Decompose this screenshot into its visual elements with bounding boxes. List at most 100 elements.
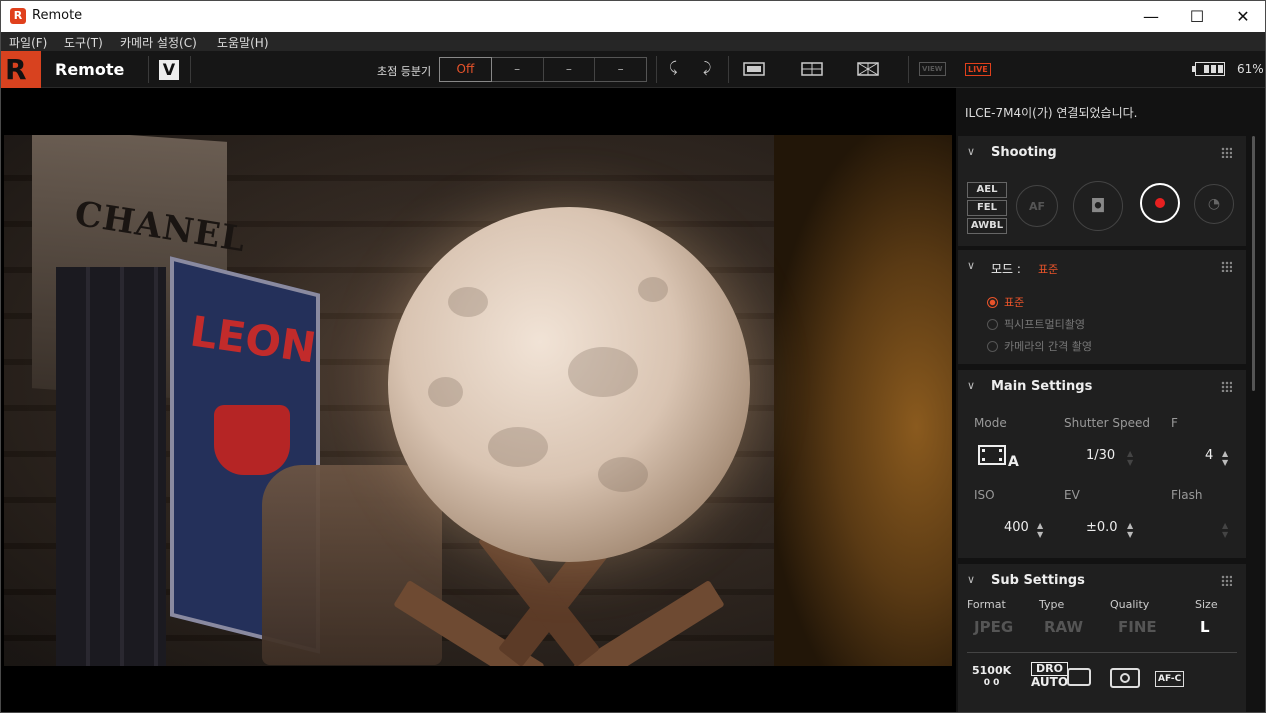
live-view-image: CHANEL LEON (4, 135, 952, 666)
divider (967, 652, 1237, 653)
iso-label: ISO (974, 488, 995, 502)
panel-scrollbar[interactable] (1252, 136, 1255, 391)
drag-handle-icon[interactable] (1221, 575, 1232, 586)
guide-frame-icon[interactable] (857, 61, 879, 81)
app-window: R Remote — ☐ ✕ 파일(F) 도구(T) 카메라 설정(C) 도움말… (0, 0, 1266, 713)
app-logo: R (1, 51, 41, 88)
iso-value: 400 (1004, 520, 1029, 535)
type-value[interactable]: RAW (1044, 618, 1083, 636)
camera-shutter-icon[interactable]: ◘ (1073, 181, 1123, 231)
main-settings-section: ∨ Main Settings Mode Shutter Speed F A 1… (958, 370, 1246, 558)
current-mode: 표준 (1038, 263, 1059, 276)
view-button[interactable]: VIEW (919, 62, 946, 76)
menu-bar: 파일(F) 도구(T) 카메라 설정(C) 도움말(H) (1, 32, 1265, 51)
focus-option-3[interactable]: – (544, 58, 596, 81)
focus-bracket-label: 초점 등분기 (377, 65, 432, 78)
f-value: 4 (1205, 448, 1214, 463)
af-button[interactable]: AF (1016, 185, 1058, 227)
chevron-down-icon[interactable]: ∨ (967, 379, 975, 392)
flash-stepper[interactable]: ▲ ▼ (1222, 521, 1228, 539)
drag-handle-icon[interactable] (1221, 147, 1232, 158)
drag-handle-icon[interactable] (1221, 261, 1232, 272)
ael-button[interactable]: AEL (967, 182, 1007, 198)
battery-percent: 61% (1237, 62, 1264, 76)
radio-pixel-shift[interactable]: 픽시프트멀티촬영 (987, 316, 1085, 332)
white-balance-value[interactable]: 5100K 0 0 (972, 665, 1011, 689)
sub-settings-section: ∨ Sub Settings Format Type Quality Size … (958, 564, 1246, 712)
section-title: Main Settings (991, 379, 1093, 394)
divider (148, 56, 149, 83)
divider (656, 56, 657, 83)
live-view[interactable]: CHANEL LEON (1, 88, 956, 712)
maximize-button[interactable]: ☐ (1174, 1, 1220, 32)
shutter-stepper[interactable]: ▲ ▼ (1127, 449, 1133, 467)
mode-value: A (1008, 454, 1019, 470)
size-value[interactable]: L (1200, 618, 1210, 636)
chevron-down-icon[interactable]: ∨ (967, 573, 975, 586)
mode-label: Mode (974, 416, 1007, 430)
f-label: F (1171, 416, 1178, 430)
type-label: Type (1039, 598, 1065, 611)
focus-option-4[interactable]: – (595, 58, 646, 81)
format-label: Format (967, 598, 1006, 611)
shooting-section: ∨ Shooting AEL FEL AWBL AF ◘ ◔ (958, 136, 1246, 246)
drag-handle-icon[interactable] (1221, 381, 1232, 392)
connection-status: ILCE-7M4이(가) 연결되었습니다. (965, 106, 1138, 120)
quality-value[interactable]: FINE (1118, 618, 1157, 636)
radio-interval[interactable]: 카메라의 간격 촬영 (987, 338, 1092, 354)
display-mode-icon[interactable] (743, 61, 765, 81)
ev-value: ±0.0 (1086, 520, 1118, 535)
divider (190, 56, 191, 83)
chevron-down-icon[interactable]: ∨ (967, 145, 975, 158)
divider (908, 56, 909, 83)
shutter-label: Shutter Speed (1064, 416, 1150, 430)
fel-button[interactable]: FEL (967, 200, 1007, 216)
shutter-value: 1/30 (1086, 448, 1116, 463)
movie-mode-icon[interactable] (978, 444, 1006, 470)
menu-help[interactable]: 도움말(H) (217, 34, 269, 51)
section-title: Sub Settings (991, 573, 1085, 588)
live-badge: LIVE (965, 63, 991, 76)
section-title: Shooting (991, 145, 1057, 160)
radio-standard[interactable]: 표준 (987, 294, 1024, 310)
section-title: 모드 : (991, 262, 1021, 276)
rotate-left-icon[interactable]: ⤹ (669, 60, 677, 76)
toolbar: R Remote V 초점 등분기 Off – – – ⤹ ⤸ VIEW LIV… (1, 51, 1265, 88)
app-name: Remote (55, 60, 125, 79)
af-mode-value[interactable]: AF-C (1155, 671, 1185, 687)
moon-lamp (388, 207, 750, 562)
menu-tools[interactable]: 도구(T) (64, 34, 103, 51)
close-button[interactable]: ✕ (1220, 1, 1265, 32)
format-value[interactable]: JPEG (974, 618, 1013, 636)
iso-stepper[interactable]: ▲ ▼ (1037, 521, 1043, 539)
window-title: Remote (32, 8, 83, 23)
focus-area-icon[interactable] (1067, 668, 1091, 686)
size-label: Size (1195, 598, 1218, 611)
ev-stepper[interactable]: ▲ ▼ (1127, 521, 1133, 539)
record-button[interactable] (1140, 183, 1180, 223)
minimize-button[interactable]: — (1128, 1, 1174, 32)
rotate-right-icon[interactable]: ⤸ (703, 60, 711, 76)
focus-option-2[interactable]: – (492, 58, 544, 81)
quality-label: Quality (1110, 598, 1150, 611)
focus-bracket-selector: Off – – – (439, 57, 647, 82)
menu-camera-settings[interactable]: 카메라 설정(C) (120, 34, 197, 51)
flash-label: Flash (1171, 488, 1203, 502)
awbl-button[interactable]: AWBL (967, 218, 1007, 234)
battery-icon (1192, 62, 1225, 76)
ev-label: EV (1064, 488, 1080, 502)
focus-option-off[interactable]: Off (439, 57, 492, 82)
grid-line-icon[interactable] (801, 61, 823, 81)
divider (728, 56, 729, 83)
v-badge[interactable]: V (159, 60, 179, 80)
control-panel: ILCE-7M4이(가) 연결되었습니다. ∨ Shooting AEL FEL… (956, 88, 1265, 712)
title-bar: R Remote — ☐ ✕ (1, 1, 1265, 32)
mode-section: ∨ 모드 : 표준 표준 픽시프트멀티촬영 카메라의 간격 촬영 (958, 250, 1246, 364)
interval-icon[interactable]: ◔ (1194, 184, 1234, 224)
metering-mode-icon[interactable] (1110, 668, 1140, 688)
app-icon: R (10, 8, 26, 24)
menu-file[interactable]: 파일(F) (9, 34, 47, 51)
dro-value[interactable]: DRO AUTO (1031, 662, 1069, 688)
f-stepper[interactable]: ▲ ▼ (1222, 449, 1228, 467)
chevron-down-icon[interactable]: ∨ (967, 259, 975, 272)
